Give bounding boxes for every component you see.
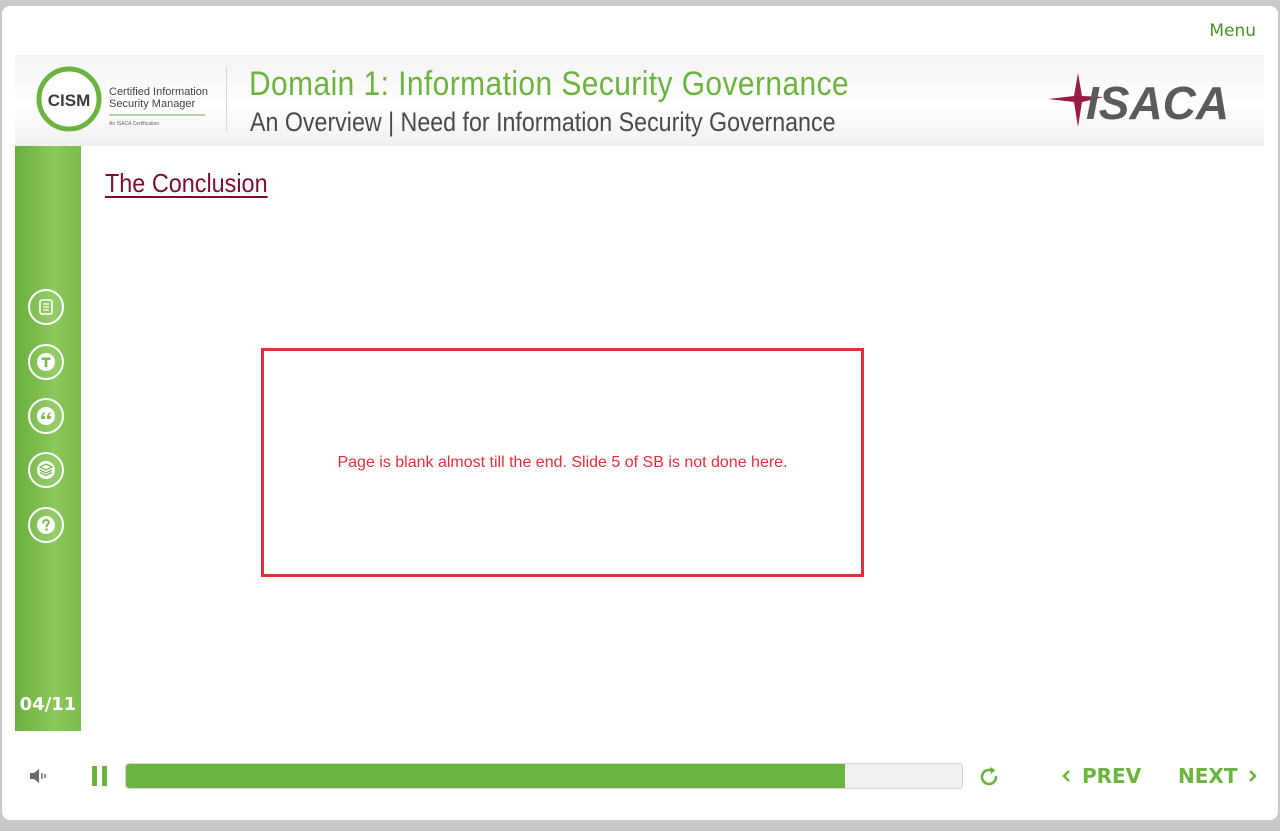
sidebar: 04/11: [15, 146, 81, 731]
slide-counter: 04/11: [19, 694, 77, 715]
course-subtitle: An Overview | Need for Information Secur…: [250, 107, 836, 137]
header-divider: [226, 67, 227, 131]
transcript-icon[interactable]: [28, 344, 64, 380]
prev-button[interactable]: PREV: [1060, 764, 1141, 788]
cism-line2: Security Manager: [109, 98, 196, 110]
help-icon[interactable]: [28, 507, 64, 543]
review-note-text: Page is blank almost till the end. Slide…: [337, 453, 788, 471]
chevron-left-icon: [1062, 770, 1070, 782]
quote-icon[interactable]: [28, 398, 64, 434]
course-title: Domain 1: Information Security Governanc…: [249, 65, 850, 103]
replay-icon[interactable]: [976, 764, 1002, 790]
progress-fill: [126, 764, 845, 788]
next-label: NEXT: [1178, 764, 1238, 788]
menu-link[interactable]: Menu: [1209, 21, 1256, 41]
cism-line1: Certified Information: [109, 86, 208, 98]
cism-tag: An ISACA Certification: [109, 121, 159, 127]
review-note-box: Page is blank almost till the end. Slide…: [261, 348, 864, 577]
volume-icon[interactable]: [28, 765, 50, 787]
notes-icon[interactable]: [28, 289, 64, 325]
cism-acronym: CISM: [48, 91, 91, 110]
next-button[interactable]: NEXT: [1178, 764, 1259, 788]
slide-title: The Conclusion: [105, 168, 268, 198]
cism-logo: CISM Certified Information Security Mana…: [36, 66, 208, 132]
progress-bar[interactable]: [125, 763, 963, 789]
prev-label: PREV: [1082, 764, 1142, 788]
isaca-logo: ISACA: [1048, 73, 1229, 129]
layers-icon[interactable]: [28, 452, 64, 488]
pause-icon[interactable]: [90, 765, 110, 787]
course-header: CISM Certified Information Security Mana…: [15, 55, 1264, 146]
isaca-wordmark: ISACA: [1086, 77, 1229, 129]
chevron-right-icon: [1249, 770, 1258, 782]
playback-controls: PREV NEXT: [0, 750, 1280, 802]
